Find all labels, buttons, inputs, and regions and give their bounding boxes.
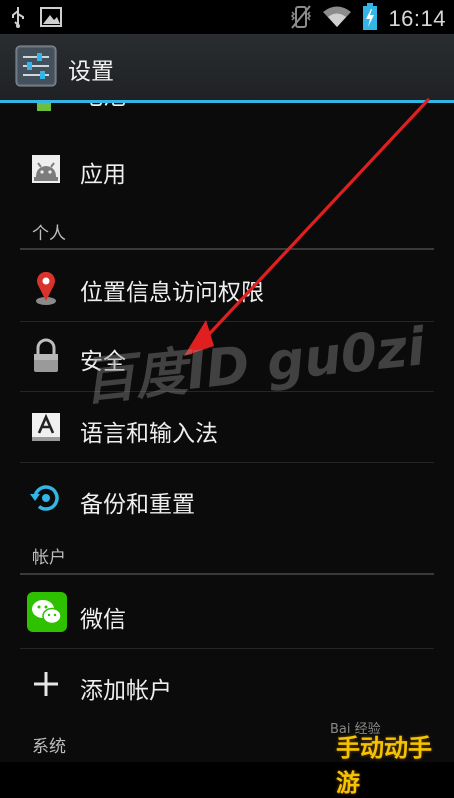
settings-list[interactable]: 电池 应用 个人 位置信息访问权限 bbox=[0, 103, 454, 762]
section-header-system: 系统 bbox=[32, 737, 66, 757]
section-header-personal: 个人 bbox=[32, 224, 66, 244]
keyboard-a-icon bbox=[24, 405, 68, 449]
settings-sliders-icon[interactable] bbox=[15, 45, 57, 87]
list-item-label: 备份和重置 bbox=[80, 492, 195, 518]
location-pin-icon bbox=[24, 265, 68, 309]
list-item-label: 语言和输入法 bbox=[80, 421, 218, 447]
wifi-icon bbox=[322, 5, 352, 33]
list-item-security[interactable]: 安全 bbox=[0, 322, 454, 390]
status-right-icons: 16:14 bbox=[290, 3, 446, 35]
list-item-language-input[interactable]: 语言和输入法 bbox=[0, 392, 454, 462]
section-header-accounts: 帐户 bbox=[32, 548, 66, 568]
wechat-icon bbox=[26, 591, 68, 633]
list-item-add-account[interactable]: 添加帐户 bbox=[0, 649, 454, 719]
list-item-label: 添加帐户 bbox=[80, 678, 172, 704]
list-item-label: 位置信息访问权限 bbox=[80, 280, 264, 306]
corner-watermark: 手动动手游 bbox=[336, 734, 432, 797]
android-apps-icon bbox=[24, 147, 68, 191]
section-divider bbox=[20, 248, 434, 250]
list-item-battery[interactable]: 电池 bbox=[0, 103, 454, 123]
vibrate-icon bbox=[290, 4, 312, 34]
page-title: 设置 bbox=[68, 59, 114, 85]
section-divider bbox=[20, 573, 434, 575]
status-time: 16:14 bbox=[388, 6, 446, 31]
list-item-wechat[interactable]: 微信 bbox=[0, 578, 454, 648]
list-item-label: 安全 bbox=[80, 349, 126, 375]
battery-charging-icon bbox=[362, 3, 378, 35]
list-item-apps[interactable]: 应用 bbox=[0, 137, 454, 203]
list-item-label: 微信 bbox=[80, 607, 126, 633]
usb-icon bbox=[10, 5, 26, 33]
battery-icon bbox=[34, 103, 54, 115]
status-bar: 16:14 bbox=[0, 0, 454, 34]
list-item-location[interactable]: 位置信息访问权限 bbox=[0, 253, 454, 321]
action-bar: 设置 bbox=[0, 34, 454, 100]
screenshot-icon bbox=[40, 6, 62, 32]
backup-restore-icon bbox=[24, 476, 68, 520]
list-item-label: 电池 bbox=[80, 103, 126, 111]
lock-icon bbox=[24, 334, 68, 378]
list-item-label: 应用 bbox=[80, 162, 126, 188]
list-item-backup-reset[interactable]: 备份和重置 bbox=[0, 463, 454, 533]
status-left-icons bbox=[10, 5, 62, 33]
add-plus-icon bbox=[24, 662, 68, 706]
